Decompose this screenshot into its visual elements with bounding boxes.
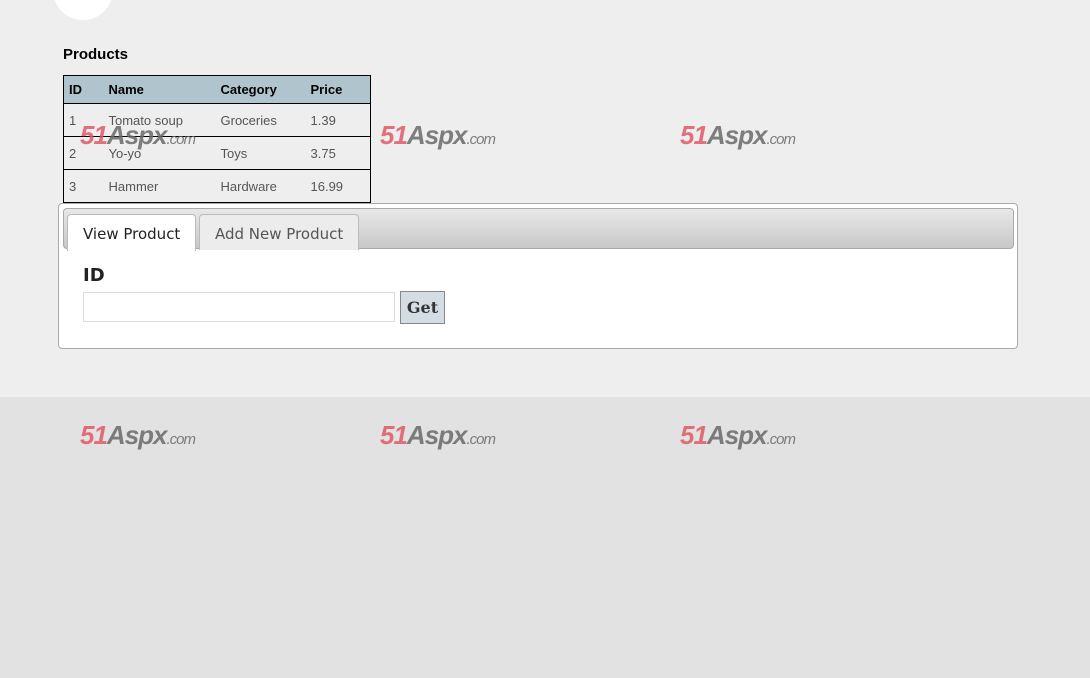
column-header-category: Category	[215, 75, 306, 104]
cell-id: 2	[63, 136, 104, 170]
products-heading: Products	[63, 46, 129, 63]
tab-bar: View Product Add New Product	[63, 208, 1014, 251]
cell-price: 3.75	[305, 136, 371, 170]
column-header-price: Price	[305, 75, 371, 104]
get-button[interactable]: Get	[400, 291, 445, 324]
cell-name: Yo-yo	[103, 136, 216, 170]
watermark-logo: 51Aspx.com	[680, 420, 796, 450]
cell-name: Hammer	[103, 169, 216, 203]
cell-price: 16.99	[305, 169, 371, 203]
cell-price: 1.39	[305, 103, 371, 137]
cell-category: Hardware	[215, 169, 306, 203]
table-row: 2 Yo-yo Toys 3.75	[63, 136, 371, 170]
tab-add-new-product[interactable]: Add New Product	[199, 214, 359, 250]
table-row: 3 Hammer Hardware 16.99	[63, 169, 371, 203]
watermark-logo: 51Aspx.com	[80, 420, 196, 450]
cell-id: 1	[63, 103, 104, 137]
column-header-id: ID	[63, 75, 104, 104]
cell-id: 3	[63, 169, 104, 203]
watermark-logo: 51Aspx.com	[380, 420, 496, 450]
id-input[interactable]	[83, 292, 395, 322]
product-tabs: View Product Add New Product ID Get	[58, 203, 1018, 349]
table-row: 1 Tomato soup Groceries 1.39	[63, 103, 371, 137]
products-table: ID Name Category Price 1 Tomato soup Groce…	[63, 75, 371, 203]
column-header-name: Name	[103, 75, 216, 104]
cell-name: Tomato soup	[103, 103, 216, 137]
tab-view-product[interactable]: View Product	[67, 214, 196, 251]
table-header-row: ID Name Category Price	[63, 75, 371, 104]
cell-category: Toys	[215, 136, 306, 170]
id-label: ID	[83, 265, 105, 286]
cell-category: Groceries	[215, 103, 306, 137]
